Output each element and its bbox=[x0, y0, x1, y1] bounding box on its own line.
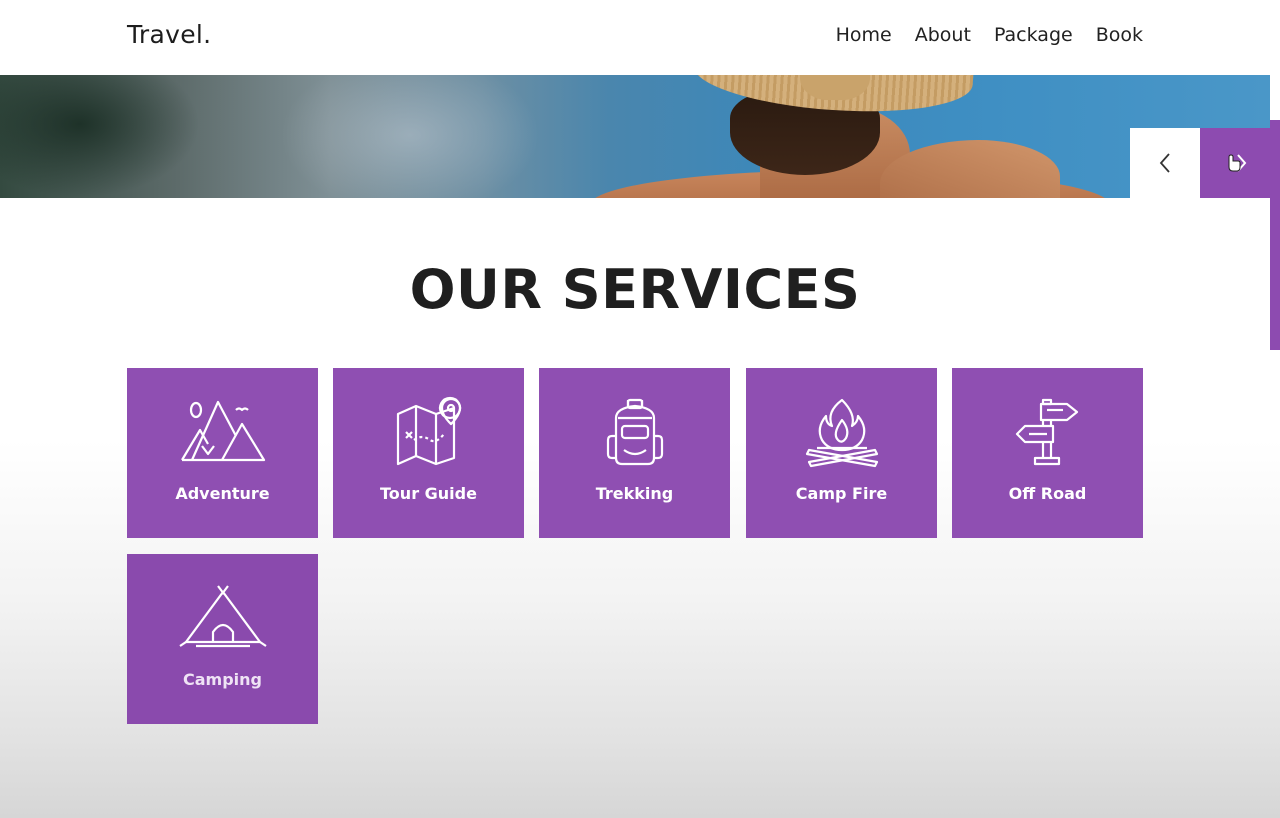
section-title: OUR SERVICES bbox=[409, 258, 861, 321]
hero-image bbox=[0, 75, 1270, 198]
slider-next-button[interactable] bbox=[1200, 128, 1270, 198]
main-nav: Home About Package Book bbox=[836, 24, 1143, 46]
service-card-trekking[interactable]: Trekking bbox=[539, 368, 730, 538]
service-label: Trekking bbox=[595, 484, 674, 503]
chevron-right-icon bbox=[1228, 154, 1247, 172]
nav-book[interactable]: Book bbox=[1096, 24, 1143, 46]
campfire-icon bbox=[805, 398, 878, 468]
slider-prev-button[interactable] bbox=[1130, 128, 1200, 198]
service-card-camping[interactable]: Camping bbox=[127, 554, 318, 724]
backpack-icon bbox=[606, 398, 663, 466]
mountains-icon bbox=[180, 400, 265, 462]
service-label: Adventure bbox=[175, 484, 270, 503]
service-card-adventure[interactable]: Adventure bbox=[127, 368, 318, 538]
signpost-icon bbox=[1015, 398, 1078, 466]
site-logo[interactable]: Travel. bbox=[127, 20, 211, 49]
service-label: Camping bbox=[183, 670, 262, 689]
nav-home[interactable]: Home bbox=[836, 24, 892, 46]
chevron-left-icon bbox=[1159, 153, 1170, 173]
service-card-off-road[interactable]: Off Road bbox=[952, 368, 1143, 538]
scrollbar-thumb[interactable] bbox=[1270, 120, 1280, 350]
map-pin-icon bbox=[396, 396, 461, 466]
nav-package[interactable]: Package bbox=[994, 24, 1073, 46]
service-card-tour-guide[interactable]: Tour Guide bbox=[333, 368, 524, 538]
service-label: Off Road bbox=[1008, 484, 1087, 503]
service-label: Camp Fire bbox=[795, 484, 888, 503]
nav-about[interactable]: About bbox=[915, 24, 971, 46]
site-header: Travel. Home About Package Book bbox=[0, 0, 1270, 75]
tent-icon bbox=[178, 585, 267, 648]
service-label: Tour Guide bbox=[380, 484, 477, 503]
service-card-camp-fire[interactable]: Camp Fire bbox=[746, 368, 937, 538]
